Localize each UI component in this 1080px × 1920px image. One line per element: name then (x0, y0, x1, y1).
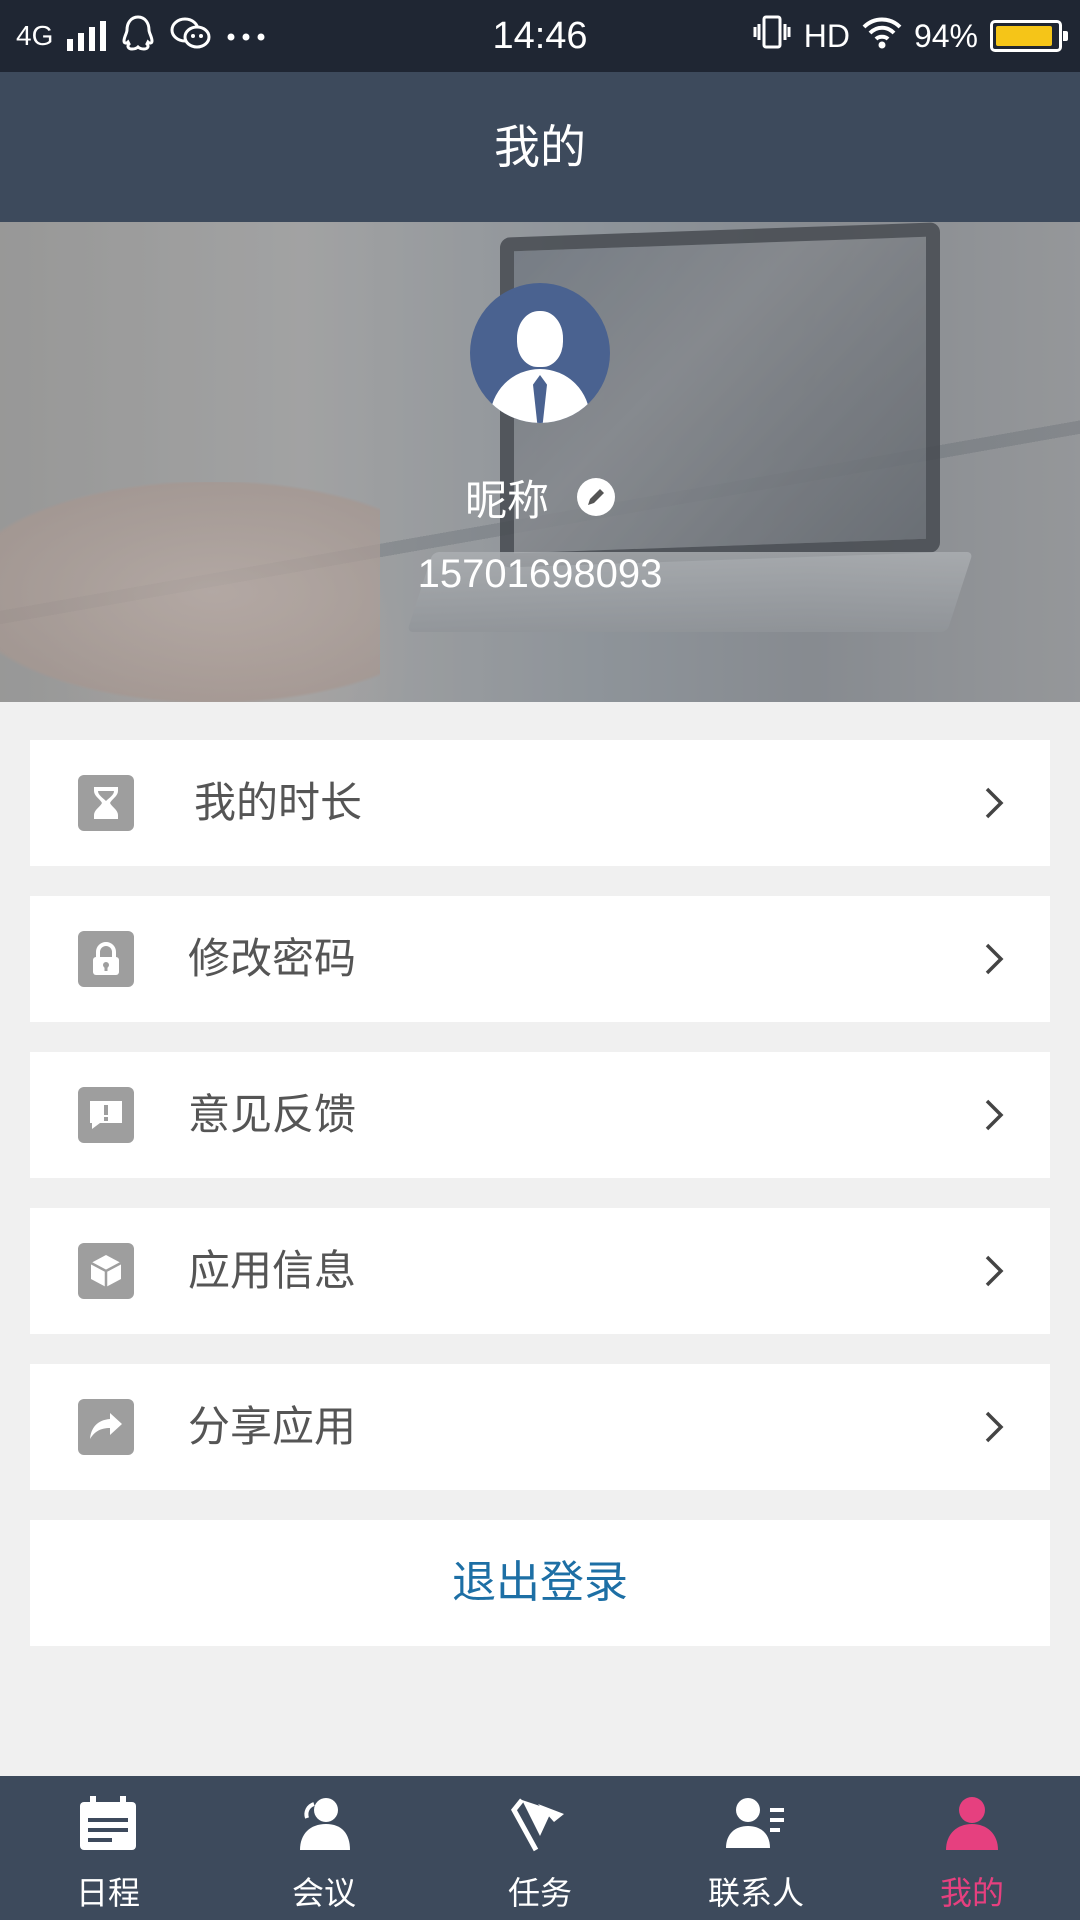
menu-label: 应用信息 (188, 1246, 357, 1295)
chevron-right-icon (985, 787, 1004, 819)
hd-indicator: HD (803, 17, 850, 54)
settings-menu: 我的时长 修改密码 意见反馈 应用信息 分享应用 退出登录 (30, 740, 1050, 1646)
battery-fill (996, 26, 1053, 46)
nickname-row[interactable]: 昵称 (0, 462, 1080, 532)
chevron-right-icon (985, 1099, 1004, 1131)
bottom-nav: 日程 会议 任务 联系人 我的 (0, 1776, 1080, 1920)
tab-label: 任务 (507, 1874, 572, 1912)
tab-schedule[interactable]: 日程 (0, 1776, 216, 1920)
tab-label: 日程 (75, 1874, 140, 1912)
contacts-icon (726, 1798, 784, 1848)
tab-contacts[interactable]: 联系人 (648, 1776, 864, 1920)
menu-item-feedback[interactable]: 意见反馈 (30, 1052, 1050, 1178)
tab-label: 会议 (291, 1874, 356, 1912)
calendar-icon (80, 1796, 136, 1850)
feedback-icon (78, 1087, 134, 1143)
phone-number: 15701698093 (417, 552, 663, 596)
menu-label: 意见反馈 (188, 1090, 357, 1139)
vibrate-icon (752, 14, 792, 58)
logout-button[interactable]: 退出登录 (30, 1520, 1050, 1646)
nickname: 昵称 (464, 475, 549, 525)
tab-label: 我的 (939, 1874, 1004, 1912)
avatar-head (517, 311, 563, 367)
tab-label: 联系人 (707, 1874, 804, 1912)
chevron-right-icon (985, 943, 1004, 975)
avatar[interactable] (470, 283, 610, 423)
tab-meeting[interactable]: 会议 (216, 1776, 432, 1920)
menu-item-my-duration[interactable]: 我的时长 (30, 740, 1050, 866)
profile-header: 昵称 15701698093 (0, 222, 1080, 702)
task-flag-icon (511, 1798, 564, 1852)
hourglass-icon (78, 775, 134, 831)
edit-pencil-icon[interactable] (577, 478, 615, 516)
meeting-icon (300, 1798, 350, 1850)
battery-icon (990, 20, 1068, 52)
menu-label: 分享应用 (188, 1402, 357, 1451)
menu-label: 修改密码 (188, 934, 357, 983)
battery-percent: 94% (913, 17, 978, 54)
page-title: 我的 (0, 72, 1080, 222)
status-right: HD 94% (752, 0, 1068, 72)
tab-task[interactable]: 任务 (432, 1776, 648, 1920)
menu-item-app-info[interactable]: 应用信息 (30, 1208, 1050, 1334)
profile-screen: 4G 14:46 HD 94% 我的 昵称 15701698093 我的时长 修… (0, 0, 1080, 1920)
profile-icon (946, 1797, 998, 1850)
chevron-right-icon (985, 1255, 1004, 1287)
cube-icon (78, 1243, 134, 1299)
chevron-right-icon (985, 1411, 1004, 1443)
menu-label: 我的时长 (194, 778, 363, 827)
lock-icon (78, 931, 134, 987)
tab-profile[interactable]: 我的 (864, 1776, 1080, 1920)
menu-item-change-password[interactable]: 修改密码 (30, 896, 1050, 1022)
share-icon (78, 1399, 134, 1455)
menu-item-share-app[interactable]: 分享应用 (30, 1364, 1050, 1490)
status-bar: 4G 14:46 HD 94% (0, 0, 1080, 72)
wifi-icon (862, 15, 902, 57)
